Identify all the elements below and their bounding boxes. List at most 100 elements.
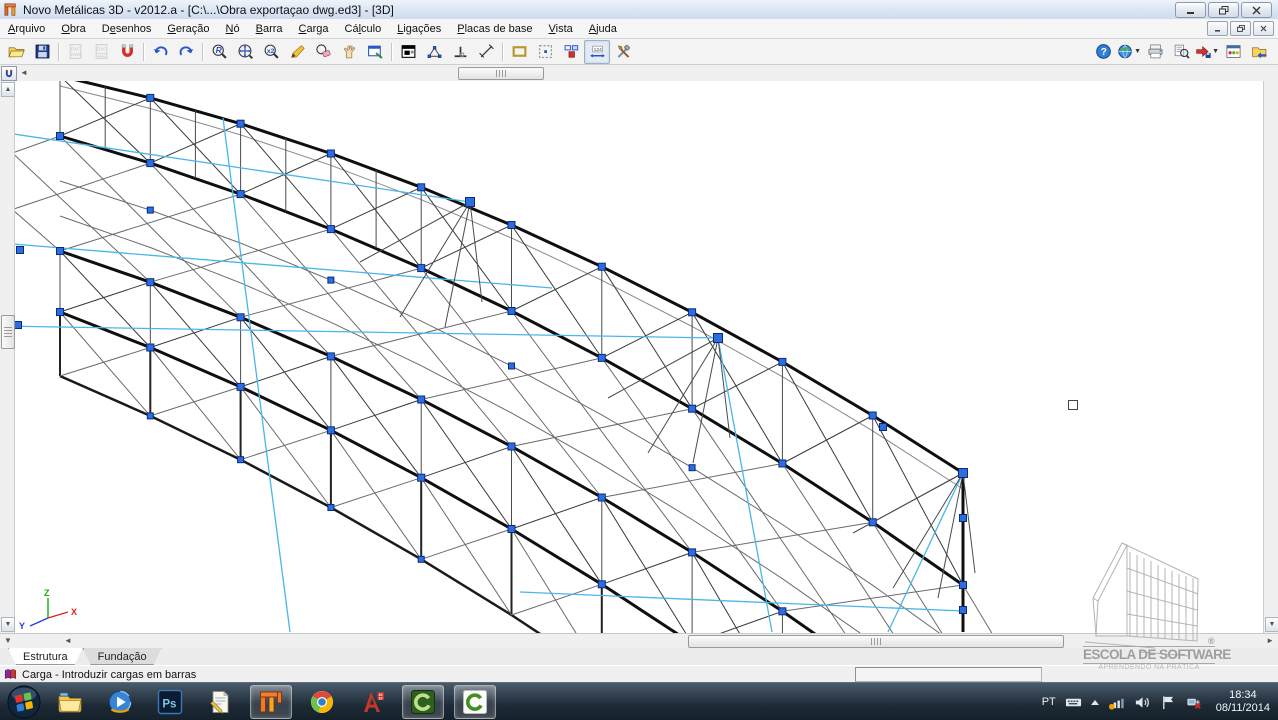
toolbar-button-zoom-extents-icon[interactable] (232, 40, 258, 64)
menu-item-ajuda[interactable]: Ajuda (581, 21, 625, 37)
menu-item-carga[interactable]: Carga (291, 21, 337, 37)
windows-taskbar: Ps 2010 PT 18:34 08/11/2014 (0, 682, 1278, 720)
toolbar-button-magnet-icon[interactable] (114, 40, 140, 64)
volume-icon[interactable] (1134, 694, 1151, 711)
scroll-down-arrow-icon[interactable]: ▼ (1, 617, 15, 632)
bottom-scroll-down-icon[interactable]: ▼ (4, 637, 12, 645)
action-center-flag-icon[interactable] (1160, 694, 1177, 711)
toolbar-button-folder-back-icon[interactable] (1246, 40, 1272, 64)
restore-button[interactable] (1208, 2, 1239, 18)
menu-item-n-[interactable]: Nó (218, 21, 248, 37)
drawing-area[interactable]: ZXY ▲ ▼ ▼ (0, 81, 1278, 633)
toolbar-button-rect-yellow-icon[interactable] (506, 40, 532, 64)
svg-text:124: 124 (593, 47, 601, 53)
menu-item-obra[interactable]: Obra (53, 21, 93, 37)
taskbar-app-chrome-icon[interactable] (302, 686, 342, 718)
left-scroll-thumb[interactable] (1, 315, 15, 349)
menu-item-gera-o[interactable]: Geração (159, 21, 217, 37)
taskbar-app-camtasia-app-icon[interactable] (454, 685, 496, 719)
toolbar-button-printer-icon[interactable] (1142, 40, 1168, 64)
toolbar-button-dim-pressed-icon[interactable]: 124 (584, 40, 610, 64)
window-title: Novo Metálicas 3D - v2012.a - [C:\...\Ob… (23, 3, 394, 17)
scroll-up-arrow-icon[interactable]: ▲ (1, 82, 15, 97)
right-scroll-down-arrow-icon[interactable]: ▼ (1265, 617, 1278, 632)
minimize-button[interactable] (1175, 2, 1206, 18)
toolbar-button-dxf-export-icon: DXF (88, 40, 114, 64)
close-button[interactable] (1241, 2, 1272, 18)
hidden-icons-chevron[interactable] (1091, 700, 1099, 705)
left-scrollbar[interactable]: ▲ ▼ (0, 81, 15, 633)
toolbar-button-help-icon[interactable]: ? (1090, 40, 1116, 64)
toolbar-button-open-folder-icon[interactable] (3, 40, 29, 64)
mdi-close-button[interactable] (1253, 21, 1274, 36)
toolbar-button-export-disk-icon[interactable]: ▼ (1194, 40, 1220, 64)
toolbar-button-clip-red-icon[interactable] (558, 40, 584, 64)
title-bar[interactable]: Novo Metálicas 3D - v2012.a - [C:\...\Ob… (0, 0, 1278, 20)
view-tabs: EstruturaFundação (0, 648, 1278, 666)
language-indicator[interactable]: PT (1042, 696, 1056, 708)
bottom-scroll-right-icon[interactable]: ► (1266, 637, 1274, 645)
svg-text:Y: Y (19, 621, 25, 631)
selection-handle[interactable] (1068, 400, 1078, 410)
toolbar-button-window-colors-icon[interactable] (1220, 40, 1246, 64)
svg-text:X: X (71, 607, 77, 617)
tab-fundação[interactable]: Fundação (83, 648, 162, 665)
svg-text:x2: x2 (266, 48, 274, 55)
structure-wireframe[interactable]: ZXY (14, 81, 1264, 633)
menu-item-placas-de-base[interactable]: Placas de base (449, 21, 540, 37)
toolbar-button-zoom-erase-icon[interactable] (310, 40, 336, 64)
toolbar-button-dim-line-icon[interactable] (473, 40, 499, 64)
bottom-scroll-thumb[interactable] (688, 635, 1064, 648)
toolbar-button-save-icon[interactable] (29, 40, 55, 64)
system-tray: PT 18:34 08/11/2014 (1042, 689, 1278, 715)
toolbar-separator (202, 43, 203, 61)
taskbar-app-explorer-icon[interactable] (50, 686, 90, 718)
network-disconnected-icon[interactable] (1186, 694, 1203, 711)
right-scrollbar[interactable]: ▼ (1263, 81, 1278, 633)
start-button[interactable] (6, 684, 42, 720)
toolbar-button-perpendicular-icon[interactable] (447, 40, 473, 64)
menu-item-vista[interactable]: Vista (541, 21, 581, 37)
keyboard-icon[interactable] (1065, 694, 1082, 711)
menu-item-liga-es[interactable]: Ligações (389, 21, 449, 37)
scroll-left-arrow-icon[interactable]: ◄ (20, 69, 28, 77)
toolbar-button-zoom-r-icon[interactable]: R (206, 40, 232, 64)
menu-item-arquivo[interactable]: Arquivo (0, 21, 53, 37)
taskbar-app-photoshop-icon[interactable]: Ps (150, 686, 190, 718)
menu-item-barra[interactable]: Barra (248, 21, 291, 37)
toolbar-button-view-window-icon[interactable] (362, 40, 388, 64)
toolbar-button-tools-icon[interactable] (610, 40, 636, 64)
toolbar-button-print-preview-icon[interactable] (1168, 40, 1194, 64)
toolbar-button-window-bw-icon[interactable] (395, 40, 421, 64)
snap-magnet-button[interactable] (1, 66, 17, 81)
svg-text:Ps: Ps (162, 698, 176, 710)
top-scroll-thumb[interactable] (458, 67, 544, 80)
network-signal-icon[interactable] (1108, 694, 1125, 711)
toolbar-button-zoom-x2-icon[interactable]: x2 (258, 40, 284, 64)
clock[interactable]: 18:34 08/11/2014 (1212, 689, 1270, 715)
tray-date: 08/11/2014 (1216, 702, 1270, 715)
top-scrollbar[interactable]: ◄ (0, 65, 1278, 82)
toolbar-button-nodes-tool-icon[interactable] (421, 40, 447, 64)
app-window: Novo Metálicas 3D - v2012.a - [C:\...\Ob… (0, 0, 1278, 720)
bottom-scroll-left-icon[interactable]: ◄ (64, 637, 72, 645)
menu-item-c-lculo[interactable]: Cálculo (337, 21, 390, 37)
tab-estrutura[interactable]: Estrutura (8, 648, 83, 665)
taskbar-app-autocad-icon[interactable]: 2010 (352, 686, 392, 718)
taskbar-app-camtasia-rec-icon[interactable] (402, 685, 444, 719)
status-bar: Carga - Introduzir cargas em barras (0, 665, 1278, 683)
toolbar-button-redo-icon[interactable] (173, 40, 199, 64)
toolbar-button-undo-icon[interactable] (147, 40, 173, 64)
mdi-minimize-button[interactable] (1207, 21, 1228, 36)
taskbar-app-wmp-icon[interactable] (100, 686, 140, 718)
toolbar-button-globe-icon[interactable]: ▼ (1116, 40, 1142, 64)
toolbar-button-select-center-icon[interactable] (532, 40, 558, 64)
menu-item-desenhos[interactable]: Desenhos (94, 21, 160, 37)
taskbar-app-notepad-icon[interactable] (200, 686, 240, 718)
toolbar-button-zoom-edit-icon[interactable] (284, 40, 310, 64)
taskbar-app-metal3d-icon[interactable] (250, 685, 292, 719)
toolbar-separator (143, 43, 144, 61)
toolbar-button-pan-hand-icon[interactable] (336, 40, 362, 64)
tray-time: 18:34 (1216, 689, 1270, 702)
mdi-restore-button[interactable] (1230, 21, 1251, 36)
